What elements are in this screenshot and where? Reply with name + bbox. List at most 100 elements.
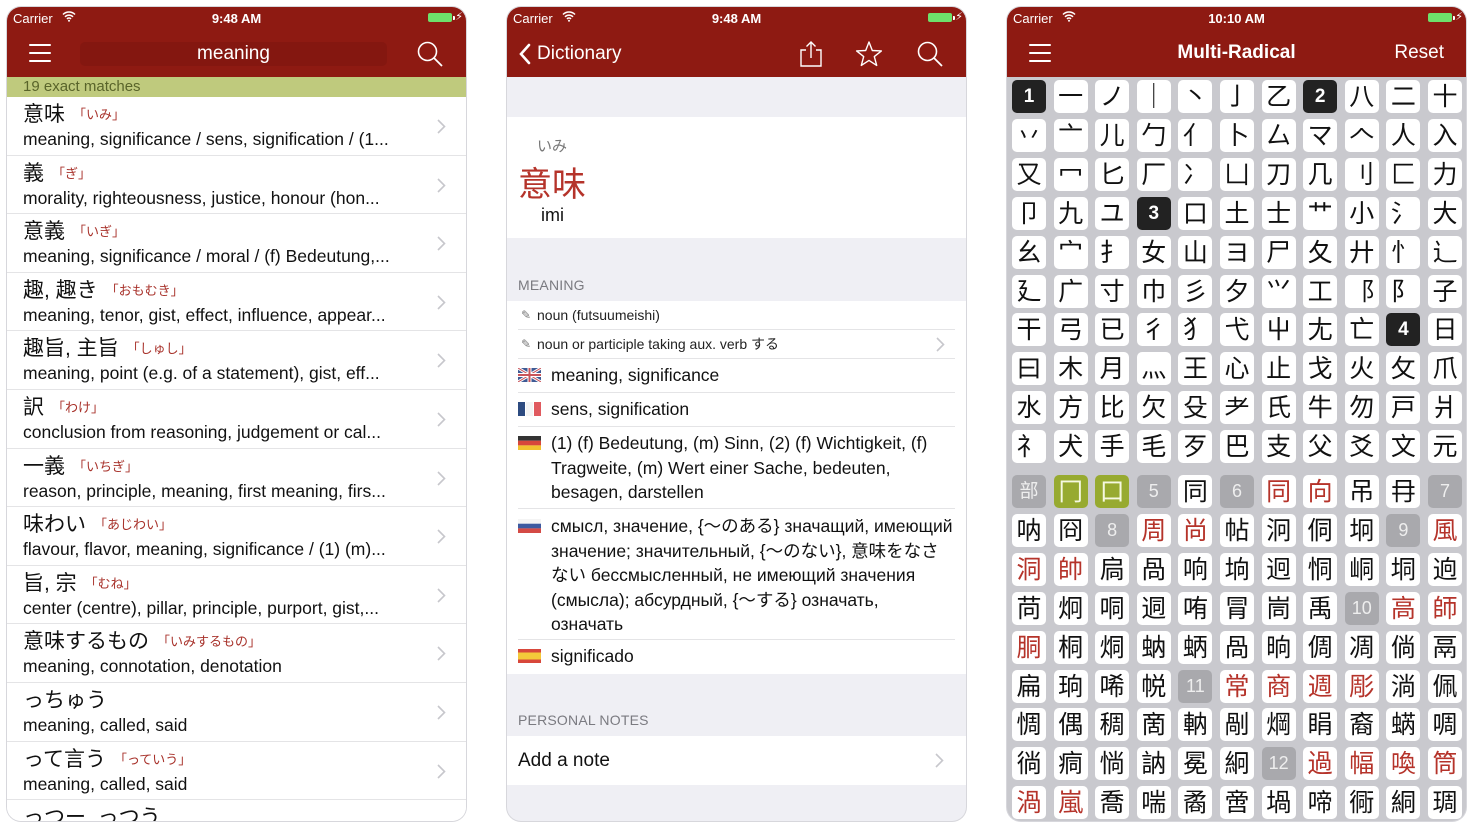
result-row[interactable]: 訳「わけ」 conclusion from reasoning, judgemen…	[7, 389, 466, 449]
kanji-result-cell[interactable]: 迵	[1136, 591, 1171, 625]
radical-cell[interactable]: 文	[1386, 430, 1421, 464]
radical-cell[interactable]: 几	[1303, 157, 1338, 191]
radical-cell[interactable]: 幺	[1012, 235, 1046, 269]
kanji-result-cell[interactable]: 啇	[1136, 708, 1171, 742]
radical-cell[interactable]: 弓	[1053, 313, 1088, 347]
radical-cell[interactable]: 九	[1053, 196, 1088, 230]
radical-cell[interactable]: ⻏	[1344, 274, 1379, 308]
radical-cell[interactable]: 欠	[1136, 391, 1171, 425]
radical-cell[interactable]: 刂	[1344, 157, 1379, 191]
radical-cell[interactable]: 彳	[1136, 313, 1171, 347]
search-icon[interactable]	[416, 40, 444, 68]
radical-cell[interactable]: 干	[1012, 313, 1046, 347]
radical-cell[interactable]: 口	[1178, 196, 1213, 230]
kanji-result-cell[interactable]: 軜	[1178, 708, 1213, 742]
back-button[interactable]: Dictionary	[519, 40, 621, 68]
radical-cell[interactable]: 勹	[1136, 118, 1171, 152]
kanji-result-cell[interactable]: 炯	[1053, 591, 1088, 625]
radical-cell[interactable]: 尸	[1261, 235, 1296, 269]
radical-cell[interactable]: 艹	[1303, 196, 1338, 230]
radical-cell[interactable]: 巴	[1220, 430, 1254, 464]
kanji-result-cell[interactable]: 睊	[1303, 708, 1338, 742]
kanji-result-cell[interactable]: 迥	[1261, 552, 1296, 586]
kanji-result-cell[interactable]: 珦	[1053, 669, 1088, 703]
reset-button[interactable]: Reset	[1394, 42, 1444, 64]
radical-cell[interactable]: 亻	[1178, 118, 1213, 152]
result-row[interactable]: 一義 「いちぎ」 reason, principle, meaning, first…	[7, 448, 466, 508]
radical-cell[interactable]: 忄	[1386, 235, 1421, 269]
kanji-result-cell[interactable]: 喬	[1095, 786, 1130, 820]
radical-cell[interactable]: 月	[1095, 352, 1130, 386]
kanji-result-cell[interactable]: 同	[1261, 475, 1296, 508]
radical-cell[interactable]: 十	[1428, 80, 1462, 113]
kanji-result-cell[interactable]: 偶	[1053, 708, 1088, 742]
radical-cell[interactable]: 攵	[1386, 352, 1421, 386]
radical-cell[interactable]: 爿	[1428, 391, 1462, 425]
kanji-result-cell[interactable]: 堝	[1261, 786, 1296, 820]
kanji-result-cell[interactable]: 高	[1386, 591, 1421, 625]
search-icon[interactable]	[916, 40, 944, 68]
result-row[interactable]: っつー, っつう	[7, 800, 466, 821]
radical-cell[interactable]: 二	[1386, 80, 1421, 113]
pos-row[interactable]: ✎ noun or participle taking aux. verb する	[518, 330, 955, 359]
radical-cell[interactable]: 王	[1178, 352, 1213, 386]
radical-cell[interactable]: ⻖	[1386, 274, 1421, 308]
radical-cell[interactable]: 元	[1428, 430, 1462, 464]
kanji-result-cell[interactable]: 冕	[1178, 747, 1213, 781]
radical-cell[interactable]: 匕	[1095, 157, 1130, 191]
radical-cell[interactable]: 歹	[1178, 430, 1213, 464]
radical-cell[interactable]: 水	[1012, 391, 1046, 425]
kanji-result-cell[interactable]: 禹	[1303, 591, 1338, 625]
kanji-result-cell[interactable]: 嵐	[1053, 786, 1088, 820]
kanji-result-cell[interactable]: 佩	[1428, 669, 1462, 703]
radical-cell[interactable]: 亠	[1053, 118, 1088, 152]
kanji-result-cell[interactable]: 焵	[1261, 708, 1296, 742]
radical-cell[interactable]: 广	[1053, 274, 1088, 308]
kanji-result-cell[interactable]: 唏	[1095, 669, 1130, 703]
radical-cell[interactable]: 一	[1053, 80, 1088, 113]
kanji-result-cell[interactable]: 同	[1178, 475, 1213, 508]
radical-cell[interactable]: 勿	[1344, 391, 1379, 425]
kanji-result-cell[interactable]: 桐	[1053, 630, 1088, 664]
result-row[interactable]: 趣, 趣き 「おもむき」 meaning, tenor, gist, effect,…	[7, 272, 466, 332]
kanji-result-cell[interactable]: 呐	[1012, 513, 1046, 547]
radical-cell[interactable]: 弋	[1220, 313, 1254, 347]
result-row[interactable]: 味わい 「あじわい」 flavour, flavor, meaning, signi…	[7, 507, 466, 566]
kanji-result-cell[interactable]: 風	[1428, 513, 1462, 547]
radical-cell[interactable]: 犬	[1053, 430, 1088, 464]
kanji-result-cell[interactable]: 帖	[1220, 513, 1254, 547]
radical-cell[interactable]: 工	[1303, 274, 1338, 308]
kanji-result-cell[interactable]: 衕	[1344, 786, 1379, 820]
radical-cell[interactable]: ｜	[1136, 80, 1171, 113]
radical-cell[interactable]: 人	[1386, 118, 1421, 152]
radical-cell[interactable]: 氏	[1261, 391, 1296, 425]
kanji-result-cell[interactable]: 哃	[1095, 591, 1130, 625]
radical-cell[interactable]: 小	[1344, 196, 1379, 230]
kanji-result-cell[interactable]: 常	[1220, 669, 1254, 703]
radical-cell[interactable]: 比	[1095, 391, 1130, 425]
radical-cell[interactable]: 心	[1220, 352, 1254, 386]
share-icon[interactable]	[797, 40, 825, 68]
kanji-result-cell[interactable]: 剮	[1220, 708, 1254, 742]
kanji-result-cell[interactable]: 侗	[1303, 513, 1338, 547]
kanji-result-cell[interactable]: 絧	[1386, 786, 1421, 820]
radical-cell[interactable]: 辶	[1428, 235, 1462, 269]
selected-radical-cell[interactable]: 冂	[1053, 475, 1088, 508]
kanji-result-cell[interactable]: 帨	[1136, 669, 1171, 703]
radical-cell[interactable]: 巾	[1136, 274, 1171, 308]
radical-cell[interactable]: ノ	[1095, 80, 1130, 113]
star-icon[interactable]	[855, 40, 883, 68]
radical-cell[interactable]: 戸	[1386, 391, 1421, 425]
kanji-result-cell[interactable]: 逈	[1428, 552, 1462, 586]
kanji-result-cell[interactable]: 筒	[1428, 747, 1462, 781]
kanji-result-cell[interactable]: 絅	[1220, 747, 1254, 781]
kanji-result-cell[interactable]: 冐	[1220, 591, 1254, 625]
kanji-result-cell[interactable]: 咼	[1136, 552, 1171, 586]
kanji-result-cell[interactable]: 恫	[1303, 552, 1338, 586]
radical-cell[interactable]: 止	[1261, 352, 1296, 386]
radical-cell[interactable]: 土	[1220, 196, 1254, 230]
kanji-result-cell[interactable]: 鬲	[1428, 630, 1462, 664]
kanji-result-cell[interactable]: 洞	[1012, 552, 1046, 586]
kanji-result-cell[interactable]: 琱	[1428, 786, 1462, 820]
radical-cell[interactable]: 女	[1136, 235, 1171, 269]
